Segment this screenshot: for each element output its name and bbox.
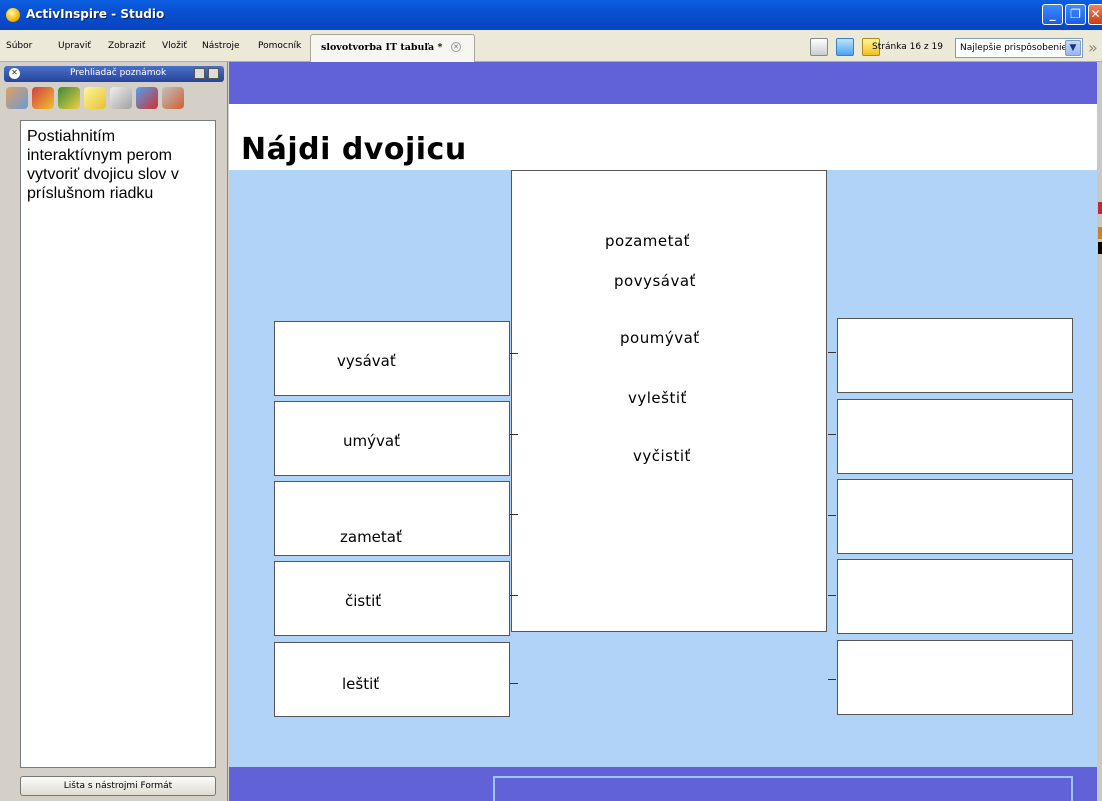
panel-pin-icon[interactable] bbox=[208, 68, 219, 79]
right-answer-cell[interactable] bbox=[837, 640, 1073, 715]
title-bar: ActivInspire - Studio _ ❐ ✕ bbox=[0, 0, 1102, 30]
left-word-cell[interactable]: vysávať bbox=[274, 321, 510, 396]
left-word-cell[interactable]: umývať bbox=[274, 401, 510, 476]
connector-tick bbox=[510, 514, 518, 515]
center-word[interactable]: povysávať bbox=[614, 272, 696, 290]
menu-edit[interactable]: Upraviť bbox=[58, 41, 91, 51]
window-title: ActivInspire - Studio bbox=[26, 7, 165, 21]
object-browser-icon[interactable] bbox=[58, 87, 80, 109]
side-marker bbox=[1098, 202, 1102, 214]
word-bank: pozametať povysávať poumývať vyleštiť vy… bbox=[511, 170, 827, 632]
close-tab-icon[interactable]: ✕ bbox=[451, 42, 461, 52]
connector-tick bbox=[828, 679, 836, 680]
page-browser-icon[interactable] bbox=[6, 87, 28, 109]
page-indicator: Stránka 16 z 19 bbox=[872, 42, 943, 52]
property-browser-icon[interactable] bbox=[110, 87, 132, 109]
menu-tools[interactable]: Nástroje bbox=[202, 41, 240, 51]
resource-browser-icon[interactable] bbox=[32, 87, 54, 109]
connector-tick bbox=[510, 353, 518, 354]
right-answer-cell[interactable] bbox=[837, 479, 1073, 554]
bottom-frame bbox=[493, 776, 1073, 801]
connector-tick bbox=[828, 515, 836, 516]
document-tab-label: slovotvorba IT tabuľa * bbox=[321, 42, 443, 53]
connector-tick bbox=[828, 352, 836, 353]
panel-header: ✕ Prehliadač poznámok bbox=[4, 66, 224, 82]
flipchart-icon[interactable] bbox=[836, 38, 854, 56]
center-word[interactable]: vyčistiť bbox=[633, 447, 691, 465]
left-word: leštiť bbox=[342, 675, 380, 693]
connector-tick bbox=[828, 434, 836, 435]
format-toolbar-button[interactable]: Lišta s nástrojmi Formát bbox=[20, 776, 216, 796]
action-browser-icon[interactable] bbox=[136, 87, 158, 109]
side-marker bbox=[1098, 227, 1102, 239]
left-word-cell[interactable]: čistiť bbox=[274, 561, 510, 636]
flipchart-page: Nájdi dvojicu vysávať umývať zametať čis… bbox=[229, 62, 1102, 801]
menu-help[interactable]: Pomocník bbox=[258, 41, 301, 51]
close-panel-icon[interactable]: ✕ bbox=[9, 68, 20, 79]
scrollbar[interactable] bbox=[1097, 62, 1102, 801]
voting-browser-icon[interactable] bbox=[162, 87, 184, 109]
connector-tick bbox=[510, 595, 518, 596]
panel-title: Prehliadač poznámok bbox=[70, 68, 167, 78]
activinspire-icon bbox=[6, 8, 20, 22]
notes-area[interactable]: Postiahnitím interaktívnym perom vytvori… bbox=[20, 120, 216, 768]
chevron-right-icon[interactable]: » bbox=[1088, 38, 1098, 57]
panel-menu-icon[interactable] bbox=[194, 68, 205, 79]
menu-file[interactable]: Súbor bbox=[6, 41, 32, 51]
close-button[interactable]: ✕ bbox=[1088, 4, 1102, 25]
right-answer-cell[interactable] bbox=[837, 559, 1073, 634]
top-band bbox=[229, 62, 1102, 104]
chevron-down-icon[interactable]: ▼ bbox=[1065, 40, 1081, 56]
connector-tick bbox=[828, 595, 836, 596]
center-word[interactable]: pozametať bbox=[605, 232, 690, 250]
connector-tick bbox=[510, 683, 518, 684]
zoom-select-value: Najlepšie prispôsobenie bbox=[960, 43, 1068, 53]
page-heading: Nájdi dvojicu bbox=[241, 132, 467, 167]
document-tab[interactable]: slovotvorba IT tabuľa * ✕ bbox=[310, 34, 475, 62]
notes-text: Postiahnitím interaktívnym perom vytvori… bbox=[27, 128, 179, 202]
restore-button[interactable]: ❐ bbox=[1065, 4, 1086, 25]
minimize-button[interactable]: _ bbox=[1042, 4, 1063, 25]
center-word[interactable]: vyleštiť bbox=[628, 389, 687, 407]
left-word-cell[interactable]: leštiť bbox=[274, 642, 510, 717]
side-marker bbox=[1098, 242, 1102, 254]
left-word-cell[interactable]: zametať bbox=[274, 481, 510, 556]
browser-icons bbox=[4, 84, 224, 114]
menu-view[interactable]: Zobraziť bbox=[108, 41, 145, 51]
notes-browser-icon[interactable] bbox=[84, 87, 106, 109]
right-answer-cell[interactable] bbox=[837, 318, 1073, 393]
page-view-icon[interactable] bbox=[810, 38, 828, 56]
menu-insert[interactable]: Vložiť bbox=[162, 41, 187, 51]
connector-tick bbox=[510, 434, 518, 435]
right-answer-cell[interactable] bbox=[837, 399, 1073, 474]
notes-browser-panel: ✕ Prehliadač poznámok Postiahnitím inter… bbox=[0, 62, 228, 801]
center-word[interactable]: poumývať bbox=[620, 329, 700, 347]
zoom-select[interactable]: Najlepšie prispôsobenie ▼ bbox=[955, 38, 1083, 58]
